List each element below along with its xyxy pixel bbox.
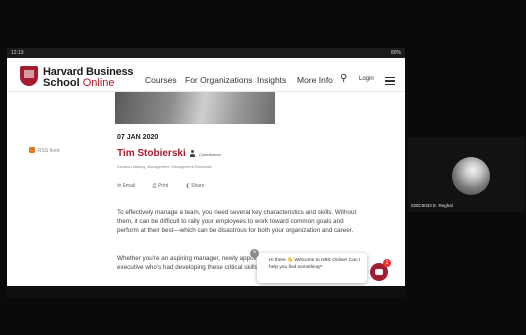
status-bar: 12:13 80% — [7, 48, 405, 58]
print-button[interactable]: ⎙ Print — [153, 183, 177, 189]
shared-screen: 12:13 80% Harvard Business School Online… — [7, 48, 405, 298]
participant-name: 020C5033 E. Reghal — [411, 203, 453, 208]
share-button[interactable]: ❮ Share — [186, 183, 213, 189]
article-date: 07 JAN 2020 — [117, 134, 159, 141]
chat-greeting-popup[interactable]: Hi there 👋 Welcome to HBS Online! Can I … — [257, 253, 367, 283]
article-tags[interactable]: Decision-Making, Management, Management … — [117, 165, 212, 169]
hamburger-menu-icon[interactable] — [385, 77, 395, 85]
logo-school: School — [43, 77, 80, 89]
share-label: Share — [191, 183, 205, 189]
nav-insights[interactable]: Insights — [257, 75, 286, 85]
nav-for-organizations[interactable]: For Organizations — [185, 75, 253, 85]
rss-icon — [29, 147, 35, 153]
share-row: ✉ Email ⎙ Print ❮ Share — [117, 183, 221, 189]
article-paragraph-1: To effectively manage a team, you need s… — [117, 209, 357, 234]
site-header: Harvard Business School Online Courses F… — [7, 58, 405, 92]
status-time: 12:13 — [11, 50, 24, 56]
rss-label: RSS feed — [38, 148, 60, 154]
participant-video — [452, 157, 490, 195]
hbs-shield-logo[interactable] — [20, 66, 38, 86]
email-label: Email — [122, 183, 136, 189]
person-icon — [190, 150, 195, 157]
meeting-video-area: 12:13 80% Harvard Business School Online… — [0, 0, 526, 335]
article-hero-image — [115, 92, 275, 124]
author-role: Contributors — [199, 152, 221, 157]
nav-login[interactable]: Login — [359, 76, 374, 82]
logo-line2[interactable]: School Online — [43, 77, 115, 89]
logo-online: Online — [82, 77, 115, 89]
article-author[interactable]: Tim Stobierski — [117, 148, 186, 159]
nav-courses[interactable]: Courses — [145, 75, 177, 85]
search-icon[interactable]: ⚲ — [340, 73, 347, 84]
nav-more-info[interactable]: More Info — [297, 75, 333, 85]
email-button[interactable]: ✉ Email — [117, 183, 143, 189]
print-label: Print — [157, 183, 169, 189]
screen-bottom-bar — [7, 286, 405, 298]
status-battery: 80% — [390, 50, 401, 56]
rss-feed-link[interactable]: RSS feed — [29, 147, 59, 154]
participant-video-tile[interactable]: 020C5033 E. Reghal — [408, 137, 525, 212]
chat-notification-badge: 1 — [383, 259, 391, 267]
chat-close-button[interactable]: × — [250, 249, 259, 258]
